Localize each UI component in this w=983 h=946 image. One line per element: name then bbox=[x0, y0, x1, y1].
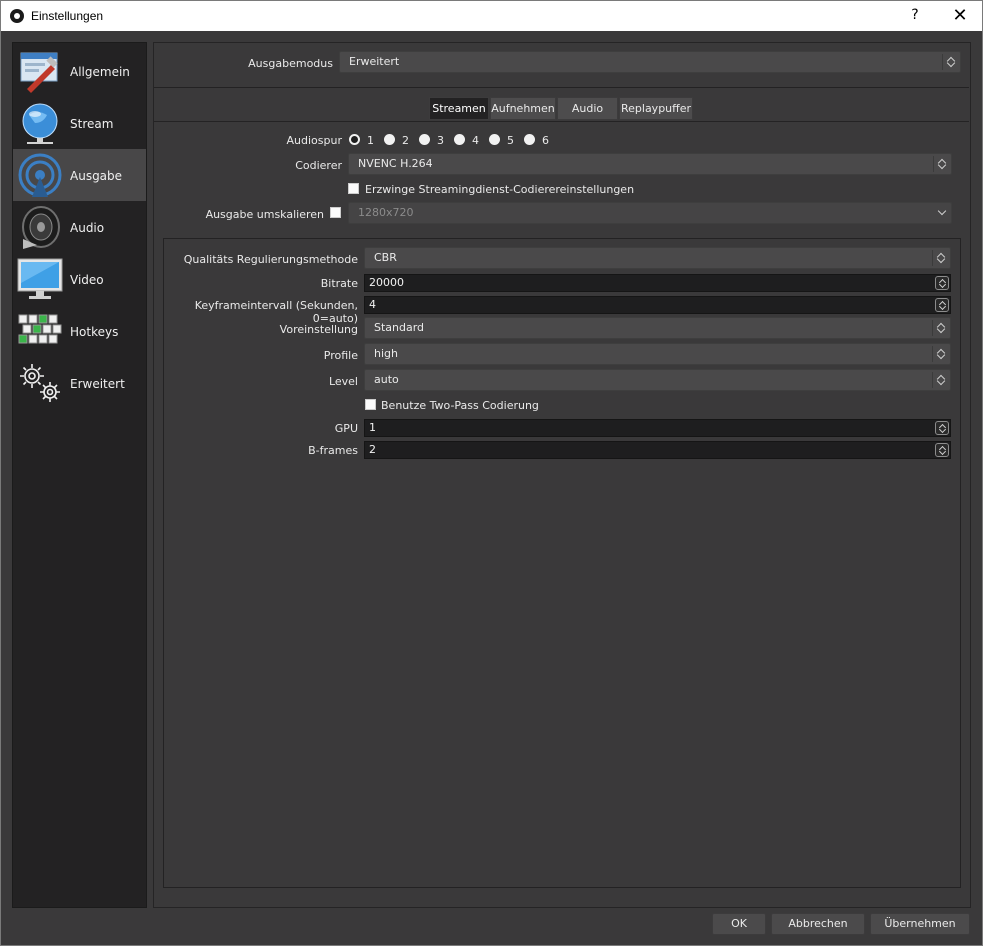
audiotrack-radio-label: 3 bbox=[437, 134, 444, 147]
sidebar-item-erweitert[interactable]: Erweitert bbox=[13, 357, 146, 409]
gears-icon bbox=[20, 364, 60, 402]
updown-arrows-icon bbox=[932, 320, 948, 336]
ok-button[interactable]: OK bbox=[712, 913, 766, 935]
monitor-icon bbox=[17, 258, 63, 299]
audiotrack-radio-6[interactable] bbox=[524, 134, 535, 145]
tab-aufnehmen[interactable]: Aufnehmen bbox=[490, 97, 556, 120]
audiotrack-radio-4[interactable] bbox=[454, 134, 465, 145]
audiotrack-radio-label: 4 bbox=[472, 134, 479, 147]
keyframe-label: Keyframeintervall (Sekunden, 0=auto) bbox=[194, 299, 358, 325]
bframes-input[interactable]: 2 bbox=[364, 441, 951, 459]
sidebar-item-hotkeys[interactable]: Hotkeys bbox=[13, 305, 146, 357]
audiotrack-label: Audiospur bbox=[286, 134, 342, 147]
two-pass-checkbox[interactable] bbox=[365, 399, 376, 410]
general-settings-icon bbox=[20, 52, 58, 93]
cancel-button[interactable]: Abbrechen bbox=[771, 913, 865, 935]
bitrate-value: 20000 bbox=[369, 276, 404, 289]
rescale-resolution-value: 1280x720 bbox=[358, 206, 414, 219]
sidebar-item-video[interactable]: Video bbox=[13, 253, 146, 305]
sidebar-item-label: Video bbox=[70, 273, 104, 287]
profile-value: high bbox=[374, 347, 398, 360]
enforce-service-settings-label: Erzwinge Streamingdienst-Codierereinstel… bbox=[365, 183, 635, 196]
audiotrack-radio-label: 6 bbox=[542, 134, 549, 147]
sidebar-item-stream[interactable]: Stream bbox=[13, 97, 146, 149]
bitrate-label: Bitrate bbox=[320, 277, 358, 290]
keyframe-value: 4 bbox=[369, 298, 376, 311]
help-button[interactable]: ? bbox=[907, 7, 923, 23]
rescale-checkbox[interactable] bbox=[330, 207, 341, 218]
sidebar-item-label: Allgemein bbox=[70, 65, 130, 79]
sidebar-item-label: Erweitert bbox=[70, 377, 125, 391]
encoder-select[interactable]: NVENC H.264 bbox=[348, 153, 952, 175]
keyframe-input[interactable]: 4 bbox=[364, 296, 951, 314]
enforce-service-settings-checkbox[interactable] bbox=[348, 183, 359, 194]
output-mode-value: Erweitert bbox=[349, 55, 400, 68]
rate-control-select[interactable]: CBR bbox=[364, 247, 951, 269]
level-select[interactable]: auto bbox=[364, 369, 951, 391]
rate-control-value: CBR bbox=[374, 251, 397, 264]
gpu-input[interactable]: 1 bbox=[364, 419, 951, 437]
updown-arrows-icon bbox=[942, 54, 958, 70]
preset-label: Voreinstellung bbox=[279, 323, 358, 336]
encoder-label: Codierer bbox=[295, 159, 342, 172]
encoder-value: NVENC H.264 bbox=[358, 157, 433, 170]
profile-select[interactable]: high bbox=[364, 343, 951, 365]
title-bar: Einstellungen ? ✕ bbox=[0, 0, 983, 31]
gpu-value: 1 bbox=[369, 421, 376, 434]
preset-select[interactable]: Standard bbox=[364, 317, 951, 339]
preset-value: Standard bbox=[374, 321, 425, 334]
tab-streamen[interactable]: Streamen bbox=[429, 97, 489, 120]
spin-arrows-icon[interactable] bbox=[935, 276, 949, 290]
updown-arrows-icon bbox=[932, 372, 948, 388]
close-button[interactable]: ✕ bbox=[947, 5, 973, 26]
rate-control-label: Qualitäts Regulierungsmethode bbox=[183, 253, 358, 266]
two-pass-label: Benutze Two-Pass Codierung bbox=[381, 399, 539, 412]
audiotrack-radio-1[interactable] bbox=[349, 134, 360, 145]
rescale-label: Ausgabe umskalieren bbox=[205, 208, 324, 221]
audiotrack-radio-label: 1 bbox=[367, 134, 374, 147]
audiotrack-radio-3[interactable] bbox=[419, 134, 430, 145]
sidebar-item-label: Ausgabe bbox=[70, 169, 123, 183]
divider bbox=[154, 87, 969, 88]
sidebar-item-audio[interactable]: Audio bbox=[13, 201, 146, 253]
window-title: Einstellungen bbox=[31, 9, 104, 23]
sidebar-item-label: Hotkeys bbox=[70, 325, 119, 339]
audiotrack-radio-label: 2 bbox=[402, 134, 409, 147]
tab-audio[interactable]: Audio bbox=[557, 97, 618, 120]
tab-replaypuffer[interactable]: Replaypuffer bbox=[619, 97, 693, 120]
updown-arrows-icon bbox=[933, 156, 949, 172]
bitrate-input[interactable]: 20000 bbox=[364, 274, 951, 292]
sidebar-item-label: Stream bbox=[70, 117, 114, 131]
level-value: auto bbox=[374, 373, 399, 386]
audiotrack-radio-5[interactable] bbox=[489, 134, 500, 145]
rescale-resolution-select[interactable]: 1280x720 bbox=[348, 202, 952, 224]
apply-button[interactable]: Übernehmen bbox=[870, 913, 970, 935]
audiotrack-radio-2[interactable] bbox=[384, 134, 395, 145]
spin-arrows-icon[interactable] bbox=[935, 421, 949, 435]
sidebar-item-label: Audio bbox=[70, 221, 105, 235]
gpu-label: GPU bbox=[334, 422, 358, 435]
sidebar-item-allgemein[interactable]: Allgemein bbox=[13, 45, 146, 97]
level-label: Level bbox=[328, 375, 358, 388]
stream-globe-icon bbox=[22, 103, 58, 144]
obs-app-icon bbox=[10, 9, 24, 23]
profile-label: Profile bbox=[323, 349, 358, 362]
audiotrack-radio-label: 5 bbox=[507, 134, 514, 147]
output-mode-label: Ausgabemodus bbox=[248, 57, 333, 70]
output-broadcast-icon bbox=[18, 153, 62, 197]
updown-arrows-icon bbox=[932, 346, 948, 362]
sidebar-item-ausgabe[interactable]: Ausgabe bbox=[13, 149, 146, 201]
bframes-value: 2 bbox=[369, 443, 376, 456]
keyboard-icon bbox=[18, 314, 62, 344]
spin-arrows-icon[interactable] bbox=[935, 443, 949, 457]
output-mode-select[interactable]: Erweitert bbox=[339, 51, 961, 73]
bframes-label: B-frames bbox=[308, 444, 358, 457]
spin-arrows-icon[interactable] bbox=[935, 298, 949, 312]
speaker-icon bbox=[22, 206, 60, 249]
chevron-down-icon bbox=[937, 206, 947, 216]
updown-arrows-icon bbox=[932, 250, 948, 266]
settings-sidebar: Allgemein Stream Ausgabe Audio Video Hot… bbox=[12, 42, 147, 908]
